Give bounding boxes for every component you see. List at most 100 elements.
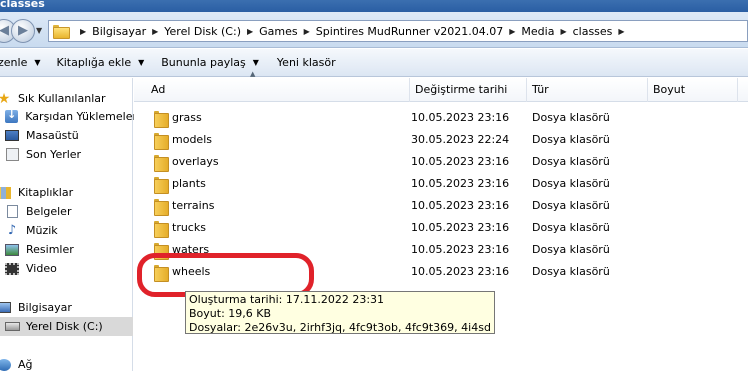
video-icon xyxy=(4,262,20,276)
file-modified: 10.05.2023 23:16 xyxy=(411,199,510,212)
list-item[interactable]: overlays 10.05.2023 23:16 Dosya klasörü xyxy=(134,151,748,173)
nav-label: Son Yerler xyxy=(26,148,82,161)
nav-label: Sık Kullanılanlar xyxy=(18,92,106,105)
chevron-right-icon[interactable]: ▶ xyxy=(618,27,624,36)
column-header-label: Ad xyxy=(151,83,166,96)
tooltip-created: Oluşturma tarihi: 17.11.2022 23:31 xyxy=(189,293,385,306)
navigation-pane[interactable]: ★ Sık Kullanılanlar Karşıdan Yüklemeler … xyxy=(0,78,137,371)
libraries-icon xyxy=(0,186,12,200)
chevron-right-icon[interactable]: ▶ xyxy=(152,27,158,36)
column-header-size[interactable]: Boyut xyxy=(648,78,738,102)
address-bar[interactable]: ▶ Bilgisayar ▶ Yerel Disk (C:) ▶ Games ▶… xyxy=(48,20,748,42)
nav-label: Karşıdan Yüklemeler xyxy=(25,110,137,123)
address-row: ◀ ▶ ▼ ▶ Bilgisayar ▶ Yerel Disk (C:) ▶ G… xyxy=(0,12,748,48)
file-type: Dosya klasörü xyxy=(532,199,610,212)
pictures-icon xyxy=(4,243,20,257)
column-header-modified[interactable]: Değiştirme tarihi xyxy=(410,78,527,102)
folder-icon xyxy=(154,155,169,172)
add-to-library-button[interactable]: Kitaplığa ekle ▼ xyxy=(57,56,145,69)
nav-label: Yerel Disk (C:) xyxy=(26,320,103,333)
nav-item-documents[interactable]: Belgeler xyxy=(4,202,137,221)
window-title: classes xyxy=(0,0,45,10)
nav-item-video[interactable]: Video xyxy=(4,259,137,278)
back-arrow-icon: ◀ xyxy=(0,23,9,38)
command-bar: zenle ▼ Kitaplığa ekle ▼ Bununla paylaş … xyxy=(0,49,748,77)
list-item[interactable]: plants 10.05.2023 23:16 Dosya klasörü xyxy=(134,173,748,195)
breadcrumb-classes[interactable]: classes xyxy=(573,25,613,38)
list-item[interactable]: grass 10.05.2023 23:16 Dosya klasörü xyxy=(134,107,748,129)
file-name: terrains xyxy=(172,199,215,212)
column-header-row: ▲ Ad Değiştirme tarihi Tür Boyut xyxy=(134,70,748,102)
music-icon: ♪ xyxy=(7,223,17,238)
hard-disk-icon xyxy=(4,320,20,334)
nav-label: Masaüstü xyxy=(26,129,79,142)
nav-item-favorites[interactable]: ★ Sık Kullanılanlar xyxy=(0,89,129,108)
nav-item-pictures[interactable]: Resimler xyxy=(4,240,137,259)
list-item[interactable]: trucks 10.05.2023 23:16 Dosya klasörü xyxy=(134,217,748,239)
breadcrumb-spintires[interactable]: Spintires MudRunner v2021.04.07 xyxy=(316,25,503,38)
folder-icon xyxy=(154,221,169,238)
add-to-library-label: Kitaplığa ekle xyxy=(56,56,132,69)
nav-item-recent-places[interactable]: Son Yerler xyxy=(4,145,137,164)
organize-button[interactable]: zenle ▼ xyxy=(0,56,41,69)
download-icon xyxy=(4,108,19,124)
desktop-icon xyxy=(4,129,20,143)
file-name: plants xyxy=(172,177,206,190)
column-header-label: Değiştirme tarihi xyxy=(415,83,508,96)
folder-icon xyxy=(154,133,169,150)
nav-item-libraries[interactable]: Kitaplıklar xyxy=(0,183,129,202)
window-title-bar[interactable]: classes xyxy=(0,0,748,12)
forward-arrow-icon: ▶ xyxy=(18,23,28,38)
chevron-right-icon[interactable]: ▶ xyxy=(560,27,566,36)
nav-label: Video xyxy=(26,262,57,275)
file-modified: 10.05.2023 23:16 xyxy=(411,111,510,124)
breadcrumb-computer[interactable]: Bilgisayar xyxy=(92,25,146,38)
nav-label: Resimler xyxy=(26,243,74,256)
chevron-right-icon[interactable]: ▶ xyxy=(247,27,253,36)
list-item[interactable]: terrains 10.05.2023 23:16 Dosya klasörü xyxy=(134,195,748,217)
file-modified: 10.05.2023 23:16 xyxy=(411,221,510,234)
nav-item-network[interactable]: Ağ xyxy=(0,355,129,371)
column-header-name[interactable]: Ad xyxy=(146,78,410,102)
chevron-right-icon[interactable]: ▶ xyxy=(304,27,310,36)
nav-label: Kitaplıklar xyxy=(18,186,74,199)
list-item[interactable]: models 30.05.2023 22:24 Dosya klasörü xyxy=(134,129,748,151)
breadcrumb-media[interactable]: Media xyxy=(521,25,554,38)
file-name: grass xyxy=(172,111,202,124)
nav-item-computer[interactable]: Bilgisayar xyxy=(0,298,129,317)
nav-item-desktop[interactable]: Masaüstü xyxy=(4,126,137,145)
column-header-label: Tür xyxy=(532,83,549,96)
caret-down-icon: ▼ xyxy=(138,58,145,67)
nav-item-local-disk[interactable]: Yerel Disk (C:) xyxy=(0,317,133,336)
chevron-right-icon[interactable]: ▶ xyxy=(80,27,86,36)
recent-pages-dropdown-icon[interactable]: ▼ xyxy=(36,26,42,35)
nav-item-downloads[interactable]: Karşıdan Yüklemeler xyxy=(4,107,137,126)
breadcrumb-games[interactable]: Games xyxy=(259,25,297,38)
folder-info-tooltip: Oluşturma tarihi: 17.11.2022 23:31 Boyut… xyxy=(185,291,495,334)
folder-icon xyxy=(53,25,70,39)
new-folder-button[interactable]: Yeni klasör xyxy=(277,56,336,69)
file-type: Dosya klasörü xyxy=(532,265,610,278)
file-type: Dosya klasörü xyxy=(532,155,610,168)
file-type: Dosya klasörü xyxy=(532,243,610,256)
chevron-right-icon[interactable]: ▶ xyxy=(509,27,515,36)
file-modified: 30.05.2023 22:24 xyxy=(411,133,510,146)
breadcrumb-local-disk[interactable]: Yerel Disk (C:) xyxy=(164,25,241,38)
caret-down-icon: ▼ xyxy=(34,58,41,67)
forward-button[interactable]: ▶ xyxy=(11,19,35,43)
nav-item-music[interactable]: ♪ Müzik xyxy=(4,221,137,240)
tooltip-files: Dosyalar: 2e26v3u, 2irhf3jq, 4fc9t3ob, 4… xyxy=(189,321,491,334)
share-with-button[interactable]: Bununla paylaş ▼ xyxy=(161,56,259,69)
nav-label: Müzik xyxy=(26,224,58,237)
share-with-label: Bununla paylaş xyxy=(161,56,246,69)
column-header-type[interactable]: Tür xyxy=(527,78,648,102)
star-icon: ★ xyxy=(0,90,11,107)
file-modified: 10.05.2023 23:16 xyxy=(411,265,510,278)
file-type: Dosya klasörü xyxy=(532,133,610,146)
file-name: models xyxy=(172,133,212,146)
file-name: overlays xyxy=(172,155,219,168)
network-icon xyxy=(0,358,12,371)
file-type: Dosya klasörü xyxy=(532,111,610,124)
tooltip-size: Boyut: 19,6 KB xyxy=(189,307,272,320)
file-modified: 10.05.2023 23:16 xyxy=(411,155,510,168)
